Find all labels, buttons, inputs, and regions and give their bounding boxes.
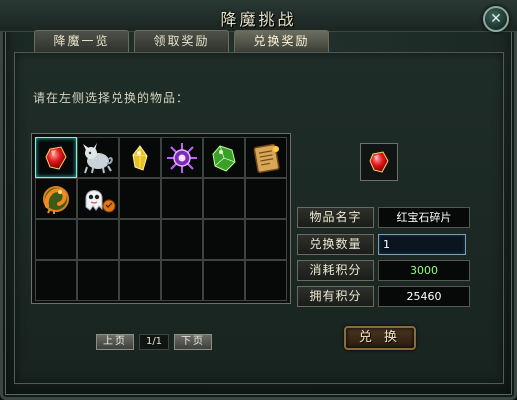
inventory-slot[interactable]: [35, 178, 77, 219]
item-preview-slot: [360, 143, 398, 181]
inventory-slot[interactable]: [119, 137, 161, 178]
green-crystal-icon: [208, 142, 240, 174]
inventory-slot[interactable]: [119, 219, 161, 260]
exchange-quantity-label: 兑换数量: [297, 234, 374, 255]
inventory-slot[interactable]: [77, 137, 119, 178]
inventory-slot[interactable]: [35, 260, 77, 301]
inventory-slot[interactable]: [35, 137, 77, 178]
inventory-slot[interactable]: [119, 178, 161, 219]
inventory-slot[interactable]: [245, 260, 287, 301]
inventory-slot[interactable]: [203, 260, 245, 301]
inventory-slot[interactable]: [203, 219, 245, 260]
tab-claim-rewards[interactable]: 领取奖励: [134, 30, 229, 52]
page-indicator: 1/1: [139, 334, 169, 350]
item-grid: [35, 137, 287, 301]
item-name-value: 红宝石碎片: [378, 207, 470, 228]
inventory-slot[interactable]: [77, 178, 119, 219]
tab-overview[interactable]: 降魔一览: [34, 30, 129, 52]
cost-points-value: 3000: [378, 260, 470, 281]
inventory-slot[interactable]: [203, 178, 245, 219]
window-title: 降魔挑战: [220, 10, 297, 29]
tab-exchange-rewards[interactable]: 兑换奖励: [234, 30, 329, 52]
item-name-row: 物品名字 红宝石碎片: [297, 207, 470, 228]
yellow-crystal-icon: [125, 143, 155, 173]
close-button[interactable]: ✕: [483, 6, 509, 32]
exchange-quantity-row: 兑换数量 1: [297, 234, 466, 255]
owned-points-label: 拥有积分: [297, 286, 374, 307]
inventory-slot[interactable]: [119, 260, 161, 301]
title-bar: 降魔挑战 ✕: [0, 0, 517, 32]
item-grid-frame: [31, 133, 291, 304]
ghost-pet-icon: [80, 182, 116, 216]
inventory-slot[interactable]: [245, 178, 287, 219]
exchange-quantity-input[interactable]: 1: [378, 234, 466, 255]
purple-orb-icon: [165, 141, 199, 175]
inventory-slot[interactable]: [245, 137, 287, 178]
owned-points-value: 25460: [378, 286, 470, 307]
inventory-slot[interactable]: [203, 137, 245, 178]
close-icon: ✕: [490, 11, 502, 27]
next-page-button[interactable]: 下页: [174, 334, 212, 350]
inventory-slot[interactable]: [161, 260, 203, 301]
inventory-slot[interactable]: [245, 219, 287, 260]
tab-bar: 降魔一览 领取奖励 兑换奖励: [34, 30, 329, 52]
inventory-slot[interactable]: [161, 137, 203, 178]
inventory-slot[interactable]: [161, 178, 203, 219]
red-gem-icon: [41, 143, 71, 173]
item-name-label: 物品名字: [297, 207, 374, 228]
owned-points-row: 拥有积分 25460: [297, 286, 470, 307]
inventory-slot[interactable]: [77, 260, 119, 301]
cost-points-row: 消耗积分 3000: [297, 260, 470, 281]
redeem-button[interactable]: 兑 换: [344, 326, 416, 350]
cost-points-label: 消耗积分: [297, 260, 374, 281]
instruction-text: 请在左侧选择兑换的物品：: [33, 91, 190, 105]
white-mount-icon: [81, 141, 115, 175]
scroll-book-icon: [249, 141, 283, 175]
prev-page-button[interactable]: 上页: [96, 334, 134, 350]
inventory-slot[interactable]: [35, 219, 77, 260]
red-gem-icon: [369, 151, 389, 173]
inventory-slot[interactable]: [77, 219, 119, 260]
orange-lizard-pet-icon: [39, 182, 73, 216]
inventory-slot[interactable]: [161, 219, 203, 260]
